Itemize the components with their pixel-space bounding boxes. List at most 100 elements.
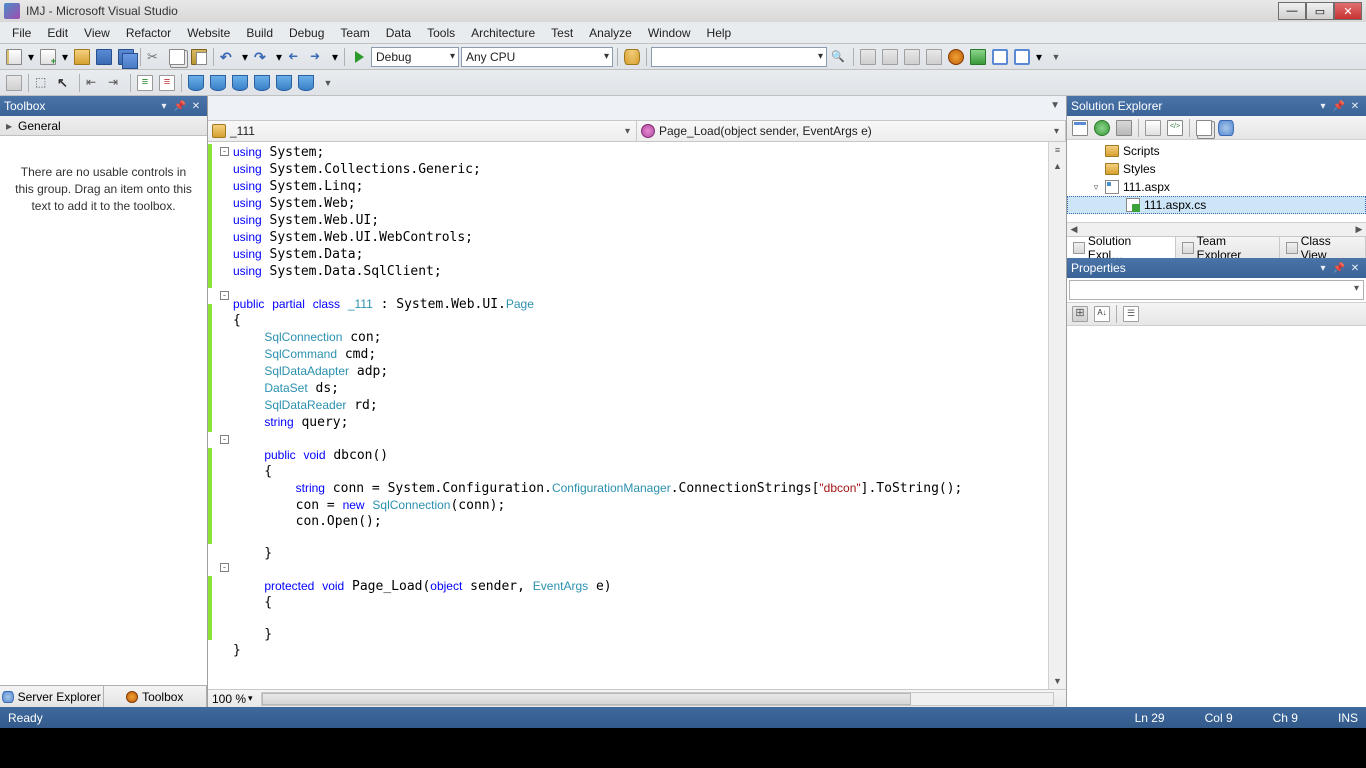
tool-btn-8[interactable] xyxy=(1012,47,1032,67)
bookmark-next-button[interactable] xyxy=(230,73,250,93)
start-debug-button[interactable] xyxy=(349,47,369,67)
redo-button[interactable] xyxy=(252,47,272,67)
tool-btn-6[interactable] xyxy=(968,47,988,67)
menu-debug[interactable]: Debug xyxy=(281,24,332,42)
bookmark-clear-button[interactable] xyxy=(296,73,316,93)
maximize-button[interactable] xyxy=(1306,2,1334,20)
props-categorized-button[interactable] xyxy=(1070,304,1090,324)
panel-close-icon[interactable]: ✕ xyxy=(189,99,203,113)
scroll-up-icon[interactable]: ▲ xyxy=(1049,158,1066,174)
code-editor[interactable]: using System; using System.Collections.G… xyxy=(233,142,1048,689)
menu-file[interactable]: File xyxy=(4,24,39,42)
toolbar2-overflow[interactable]: ▼ xyxy=(318,73,338,93)
undo-button[interactable] xyxy=(218,47,238,67)
redo-dropdown[interactable]: ▾ xyxy=(274,47,284,67)
panel-dropdown-icon[interactable]: ▾ xyxy=(1316,261,1330,275)
uncomment-button[interactable] xyxy=(157,73,177,93)
properties-object-combo[interactable] xyxy=(1069,280,1364,300)
open-button[interactable] xyxy=(72,47,92,67)
menu-test[interactable]: Test xyxy=(543,24,581,42)
configuration-combo[interactable]: Debug xyxy=(371,47,459,67)
tree-item[interactable]: ▷Styles xyxy=(1067,160,1366,178)
tree-item[interactable]: ▿111.aspx xyxy=(1067,178,1366,196)
vertical-scrollbar[interactable]: ≡ ▲ ▼ xyxy=(1048,142,1066,689)
tool-btn-4[interactable] xyxy=(924,47,944,67)
panel-dropdown-icon[interactable]: ▾ xyxy=(157,99,171,113)
save-button[interactable] xyxy=(94,47,114,67)
nav-dropdown[interactable]: ▾ xyxy=(330,47,340,67)
menu-refactor[interactable]: Refactor xyxy=(118,24,179,42)
platform-combo[interactable]: Any CPU xyxy=(461,47,613,67)
zoom-combo[interactable]: 100 % ▾ xyxy=(212,692,253,706)
fold-toggle[interactable]: - xyxy=(220,563,229,572)
copy-button[interactable] xyxy=(167,47,187,67)
se-view-code-button[interactable] xyxy=(1165,118,1185,138)
menu-view[interactable]: View xyxy=(76,24,118,42)
class-navigator-combo[interactable]: _111 xyxy=(208,121,637,141)
menu-architecture[interactable]: Architecture xyxy=(463,24,543,42)
props-alphabetical-button[interactable] xyxy=(1092,304,1112,324)
se-prop-window-button[interactable] xyxy=(1143,118,1163,138)
tree-item[interactable]: ▷111.aspx.cs xyxy=(1067,196,1366,214)
props-pages-button[interactable] xyxy=(1121,304,1141,324)
toolbox-group-general[interactable]: General xyxy=(0,116,207,136)
toolbar-overflow[interactable]: ▼ xyxy=(1046,47,1066,67)
cut-button[interactable] xyxy=(145,47,165,67)
undo-dropdown[interactable]: ▾ xyxy=(240,47,250,67)
connect-db-button[interactable] xyxy=(622,47,642,67)
tab-team-explorer[interactable]: Team Explorer xyxy=(1176,237,1280,258)
solution-tree[interactable]: ▷Scripts▷Styles▿111.aspx▷111.aspx.cs xyxy=(1067,140,1366,222)
menu-window[interactable]: Window xyxy=(640,24,699,42)
find-combo[interactable] xyxy=(651,47,827,67)
outdent-button[interactable] xyxy=(84,73,104,93)
nav-fwd-button[interactable] xyxy=(308,47,328,67)
panel-dropdown-icon[interactable]: ▾ xyxy=(1316,99,1330,113)
new-project-button[interactable] xyxy=(4,47,24,67)
bookmark-prev-folder-button[interactable] xyxy=(252,73,272,93)
panel-close-icon[interactable]: ✕ xyxy=(1348,261,1362,275)
tree-item[interactable]: ▷Scripts xyxy=(1067,142,1366,160)
bookmark-prev-button[interactable] xyxy=(208,73,228,93)
tool-btn-1[interactable] xyxy=(858,47,878,67)
new-query-button[interactable] xyxy=(4,73,24,93)
tab-class-view[interactable]: Class View xyxy=(1280,237,1366,258)
fold-toggle[interactable]: - xyxy=(220,291,229,300)
bookmark-next-folder-button[interactable] xyxy=(274,73,294,93)
tool-dropdown[interactable]: ▾ xyxy=(1034,47,1044,67)
fold-toggle[interactable]: - xyxy=(220,147,229,156)
tool-btn-7[interactable] xyxy=(990,47,1010,67)
find-button[interactable] xyxy=(829,47,849,67)
se-props-button[interactable] xyxy=(1070,118,1090,138)
menu-help[interactable]: Help xyxy=(699,24,740,42)
tab-toolbox[interactable]: Toolbox xyxy=(104,686,208,707)
tab-solution-explorer[interactable]: Solution Expl… xyxy=(1067,237,1176,258)
expand-icon[interactable]: ▿ xyxy=(1091,182,1101,193)
paste-button[interactable] xyxy=(189,47,209,67)
menu-team[interactable]: Team xyxy=(332,24,377,42)
menu-build[interactable]: Build xyxy=(238,24,281,42)
panel-pin-icon[interactable]: 📌 xyxy=(1332,99,1346,113)
panel-close-icon[interactable]: ✕ xyxy=(1348,99,1362,113)
tool-btn-3[interactable] xyxy=(902,47,922,67)
new-project-dropdown[interactable]: ▾ xyxy=(26,47,36,67)
member-navigator-combo[interactable]: Page_Load(object sender, EventArgs e) xyxy=(637,121,1066,141)
horizontal-scrollbar[interactable] xyxy=(261,692,1054,706)
add-item-dropdown[interactable]: ▾ xyxy=(60,47,70,67)
close-button[interactable] xyxy=(1334,2,1362,20)
panel-pin-icon[interactable]: 📌 xyxy=(1332,261,1346,275)
save-all-button[interactable] xyxy=(116,47,136,67)
bookmark-toggle-button[interactable] xyxy=(186,73,206,93)
se-copy-button[interactable] xyxy=(1194,118,1214,138)
add-item-button[interactable] xyxy=(38,47,58,67)
menu-edit[interactable]: Edit xyxy=(39,24,76,42)
indent-button[interactable] xyxy=(106,73,126,93)
menu-website[interactable]: Website xyxy=(179,24,238,42)
menu-data[interactable]: Data xyxy=(378,24,419,42)
tool-btn-2[interactable] xyxy=(880,47,900,67)
comment-button[interactable] xyxy=(135,73,155,93)
se-refresh-button[interactable] xyxy=(1092,118,1112,138)
tool-btn-5[interactable] xyxy=(946,47,966,67)
split-handle-icon[interactable]: ≡ xyxy=(1049,142,1066,158)
menu-tools[interactable]: Tools xyxy=(419,24,463,42)
menu-analyze[interactable]: Analyze xyxy=(581,24,640,42)
